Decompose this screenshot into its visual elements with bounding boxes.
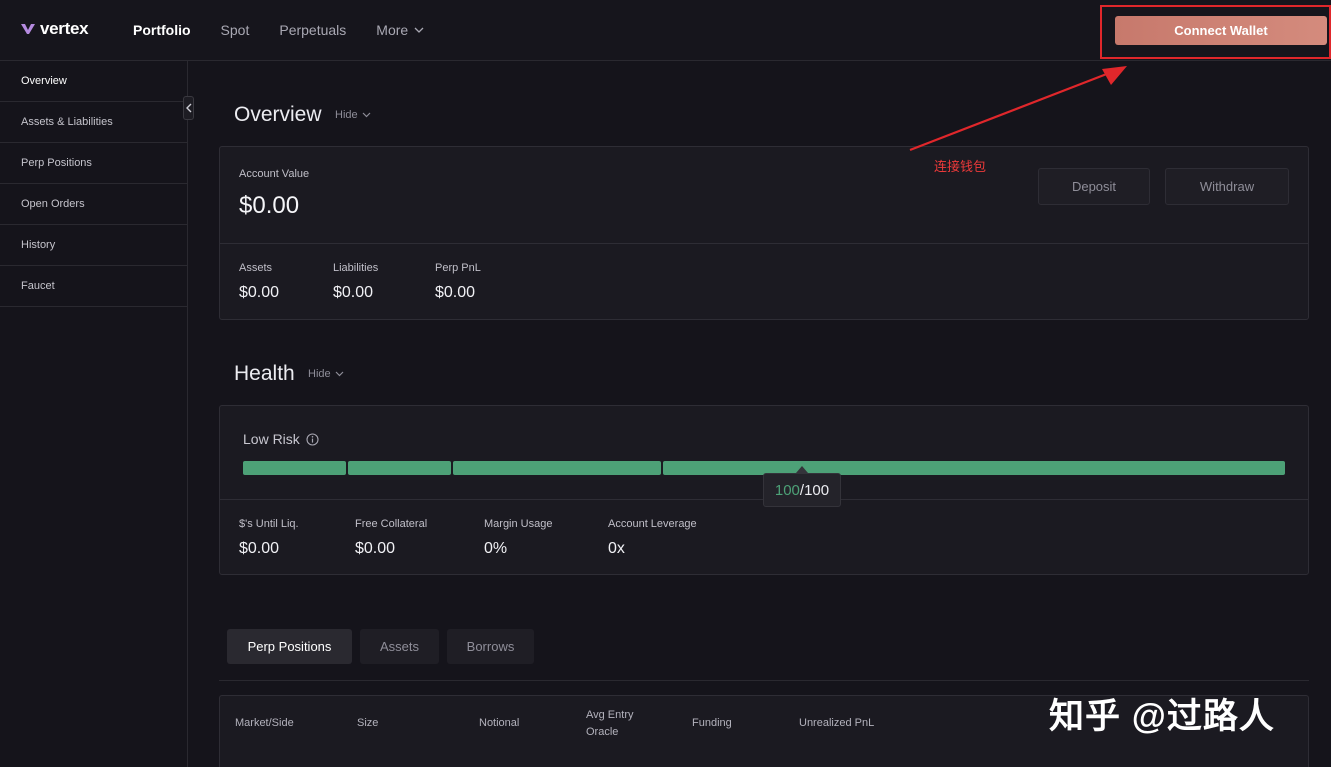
until-liq-label: $'s Until Liq. (239, 518, 299, 530)
deposit-button[interactable]: Deposit (1038, 168, 1150, 205)
nav-portfolio[interactable]: Portfolio (133, 22, 191, 38)
column-avg-entry-oracle[interactable]: Avg Entry Oracle (586, 707, 634, 741)
tooltip-arrow (796, 466, 808, 473)
overview-hide-label: Hide (335, 109, 358, 121)
chevron-down-icon (414, 27, 424, 33)
perp-pnl-label: Perp PnL (435, 262, 481, 274)
health-segment (348, 461, 451, 475)
sidebar-item-faucet[interactable]: Faucet (0, 266, 187, 307)
sidebar-item-overview[interactable]: Overview (0, 61, 187, 102)
account-value: $0.00 (239, 192, 300, 219)
withdraw-button[interactable]: Withdraw (1165, 168, 1289, 205)
annotation-arrow (909, 66, 1127, 152)
health-max: /100 (799, 481, 830, 499)
tabs-divider (219, 680, 1309, 681)
margin-usage-label: Margin Usage (484, 518, 553, 530)
chevron-left-icon (185, 103, 191, 113)
liabilities-value: $0.00 (333, 284, 374, 301)
vertex-logo-icon (21, 24, 35, 34)
risk-label: Low Risk (243, 431, 300, 447)
health-score: 100 (774, 481, 800, 499)
chevron-down-icon (335, 371, 344, 377)
sidebar-item-perp-positions[interactable]: Perp Positions (0, 143, 187, 184)
column-avg-entry: Avg Entry (586, 709, 634, 721)
perp-pnl-value: $0.00 (435, 284, 476, 301)
overview-divider (220, 243, 1308, 244)
risk-indicator: Low Risk (243, 431, 319, 447)
column-notional[interactable]: Notional (479, 715, 519, 732)
until-liq-value: $0.00 (239, 540, 280, 557)
nav-more-label: More (376, 22, 409, 38)
assets-value: $0.00 (239, 284, 280, 301)
chevron-down-icon (362, 112, 371, 118)
tab-borrows[interactable]: Borrows (447, 629, 534, 664)
health-segment (243, 461, 346, 475)
margin-usage-value: 0% (484, 540, 508, 557)
vertex-logo[interactable]: vertex (21, 19, 89, 39)
liabilities-label: Liabilities (333, 262, 379, 274)
account-value-label: Account Value (239, 168, 310, 180)
nav-more[interactable]: More (376, 22, 424, 38)
watermark: 知乎 @过路人 (1049, 697, 1275, 736)
overview-title: Overview (234, 103, 322, 126)
account-leverage-label: Account Leverage (608, 518, 697, 530)
health-segment (453, 461, 661, 475)
sidebar-item-open-orders[interactable]: Open Orders (0, 184, 187, 225)
annotation-label: 连接钱包 (934, 159, 987, 174)
connect-wallet-button[interactable]: Connect Wallet (1115, 16, 1327, 45)
column-funding[interactable]: Funding (692, 715, 732, 732)
sidebar: Overview Assets & Liabilities Perp Posit… (0, 61, 188, 767)
health-hide-toggle[interactable]: Hide (308, 368, 344, 380)
column-oracle: Oracle (586, 726, 619, 738)
logo-text: vertex (40, 19, 89, 38)
tab-assets[interactable]: Assets (360, 629, 439, 664)
health-title: Health (234, 362, 295, 385)
free-collateral-value: $0.00 (355, 540, 396, 557)
sidebar-item-history[interactable]: History (0, 225, 187, 266)
overview-hide-toggle[interactable]: Hide (335, 109, 371, 121)
nav-spot[interactable]: Spot (221, 22, 250, 38)
health-hide-label: Hide (308, 368, 331, 380)
info-icon[interactable] (306, 432, 319, 446)
free-collateral-label: Free Collateral (355, 518, 428, 530)
column-size[interactable]: Size (357, 715, 378, 732)
main-nav: Portfolio Spot Perpetuals More (133, 22, 454, 38)
sidebar-collapse-button[interactable] (183, 96, 194, 120)
column-unrealized-pnl[interactable]: Unrealized PnL (799, 715, 874, 732)
account-leverage-value: 0x (608, 540, 625, 557)
health-segment (663, 461, 1285, 475)
sidebar-item-assets-liabilities[interactable]: Assets & Liabilities (0, 102, 187, 143)
column-market-side[interactable]: Market/Side (235, 715, 294, 732)
nav-perpetuals[interactable]: Perpetuals (279, 22, 346, 38)
assets-label: Assets (239, 262, 273, 274)
tab-perp-positions[interactable]: Perp Positions (227, 629, 352, 664)
health-score-tooltip: 100/100 (763, 473, 841, 507)
